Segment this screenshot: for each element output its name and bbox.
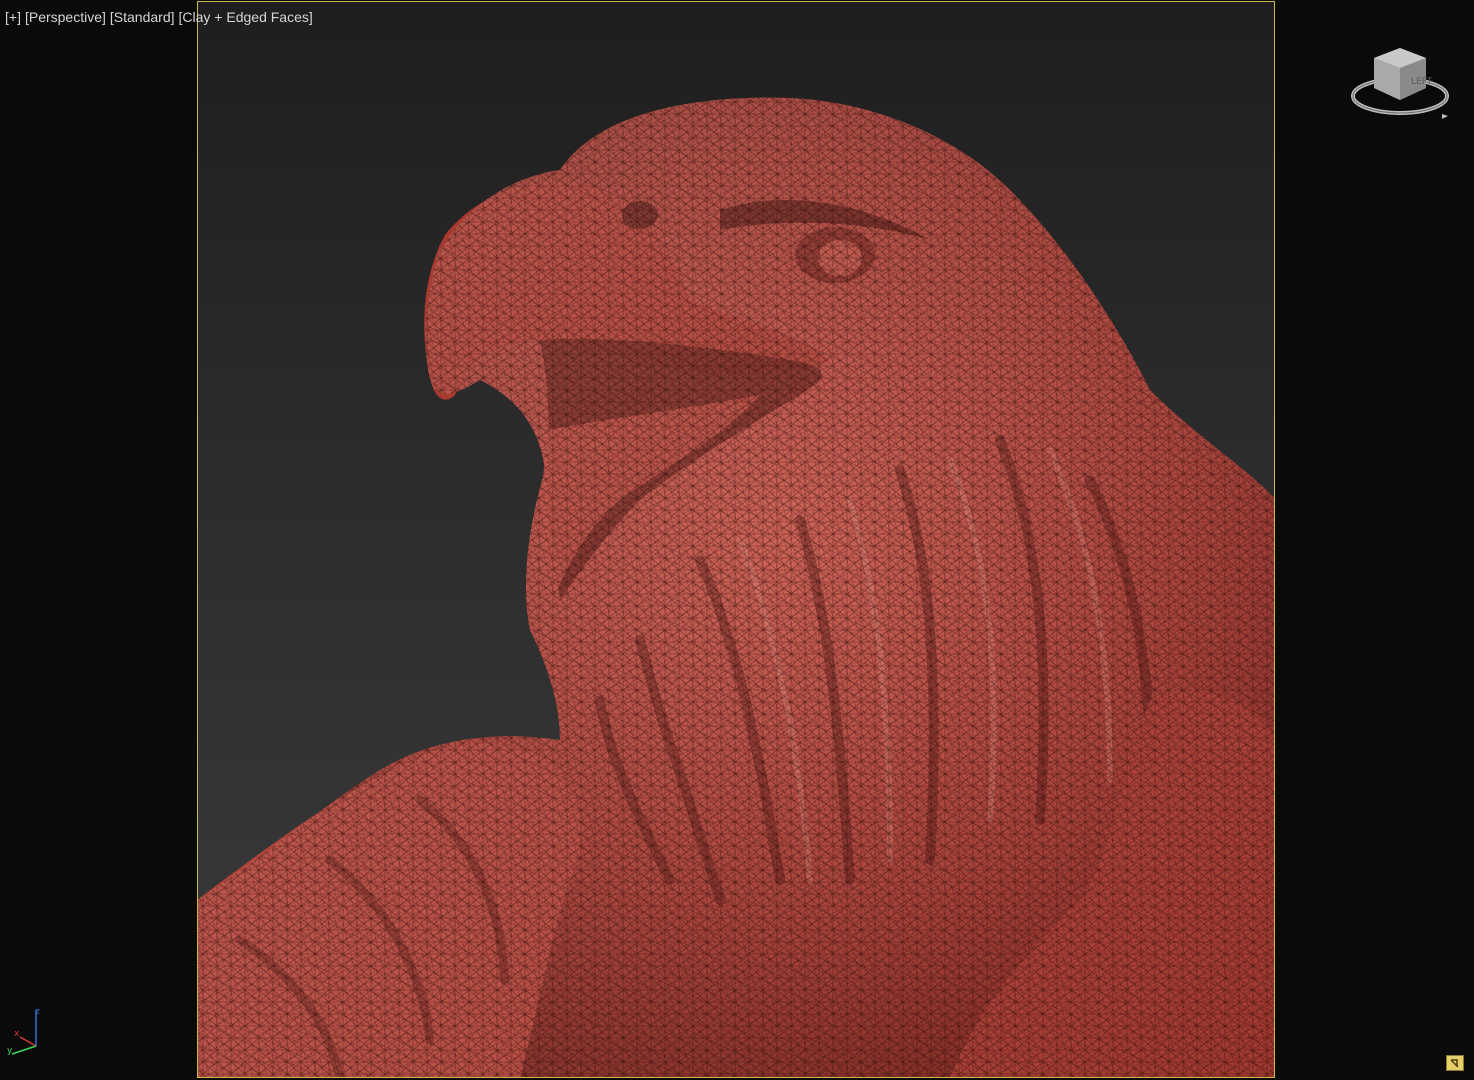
- view-cube[interactable]: LEFT: [1348, 44, 1452, 126]
- viewport[interactable]: [+] [Perspective] [Standard] [Clay + Edg…: [0, 0, 1474, 1080]
- viewport-menu-visual-style[interactable]: [Clay + Edged Faces]: [179, 9, 313, 25]
- axis-z-label: z: [35, 1007, 40, 1017]
- axis-y-label: y: [7, 1046, 13, 1056]
- axis-x-label: x: [14, 1029, 20, 1039]
- viewport-menu-point-of-view[interactable]: [Perspective]: [25, 9, 106, 25]
- axis-tripod-icon: z x y: [7, 1007, 40, 1056]
- render-area[interactable]: [197, 1, 1275, 1078]
- view-cube-icon[interactable]: LEFT: [1348, 44, 1452, 126]
- maximize-toggle-button[interactable]: [1446, 1055, 1464, 1071]
- viewport-label: [+] [Perspective] [Standard] [Clay + Edg…: [5, 9, 313, 25]
- maximize-toggle-icon: [1450, 1059, 1459, 1068]
- viewport-menu-plus[interactable]: [+]: [5, 9, 21, 25]
- view-cube-face-label: LEFT: [1411, 77, 1433, 87]
- eagle-model[interactable]: [197, 1, 1275, 1078]
- viewport-menu-shading-standard[interactable]: [Standard]: [110, 9, 175, 25]
- axis-tripod: z x y: [6, 1004, 46, 1058]
